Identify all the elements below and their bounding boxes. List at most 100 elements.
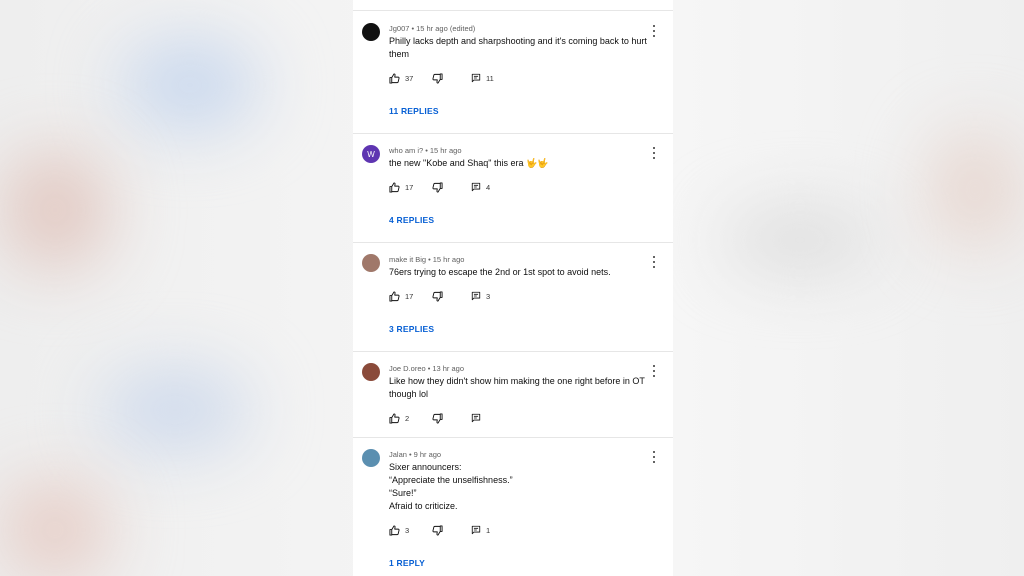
comment-text-line: Sixer announcers: [389,462,462,472]
avatar-letter [362,449,380,467]
avatar[interactable] [362,363,380,381]
background-blob [120,40,260,130]
comment-text-line: “Sure!” [389,488,417,498]
like-count: 37 [405,74,414,83]
reply-button[interactable]: 4 [471,182,490,192]
meta-separator: • [408,450,412,459]
comment-text: Philly lacks depth and sharpshooting and… [389,35,659,61]
background-blob [720,210,880,270]
divider [353,351,673,352]
view-replies-link[interactable]: 4 REPLIES [389,215,434,225]
thumbs-down-icon [432,413,443,424]
comment-text-line: 76ers trying to escape the 2nd or 1st sp… [389,267,611,277]
comment-text-line: them [389,49,410,59]
comment-time: 15 hr ago [432,255,465,264]
comment-meta: Joe D.oreo • 13 hr ago [389,364,464,373]
view-replies-link[interactable]: 11 REPLIES [389,106,439,116]
reply-count: 11 [486,73,494,83]
dislike-button[interactable] [432,413,443,424]
reply-count: 4 [486,182,491,192]
thumbs-up-icon [389,73,400,84]
comment-text: the new "Kobe and Shaq" this era 🤟🤟 [389,157,659,170]
comment-icon [471,182,481,192]
comments-panel[interactable]: Jg007 • 15 hr ago (edited) Philly lacks de… [353,0,673,576]
like-button[interactable]: 17 [389,291,413,302]
avatar[interactable] [362,23,380,41]
dislike-button[interactable] [432,182,443,193]
comment-icon [471,525,481,535]
comment-text-line: Philly lacks depth and sharpshooting and… [389,36,647,46]
avatar-letter: W [367,149,375,159]
background-blob [0,150,110,270]
comment-item: Jg007 • 15 hr ago (edited) Philly lacks de… [353,0,673,134]
divider [353,133,673,134]
thumbs-up-icon [389,291,400,302]
avatar[interactable] [362,449,380,467]
comment-icon [471,413,481,423]
reply-button[interactable]: 3 [471,291,490,301]
comment-text-line: “Appreciate the unselfishness.” [389,475,513,485]
reply-button[interactable]: 11 [471,73,494,83]
comment-meta: who am i? • 15 hr ago [389,146,462,155]
background-blob [100,370,250,450]
like-button[interactable]: 37 [389,73,413,84]
like-button[interactable]: 3 [389,525,409,536]
like-count: 3 [405,526,410,535]
dislike-button[interactable] [432,525,443,536]
reply-count: 3 [486,291,491,301]
comment-text-line: Afraid to criticize. [389,501,458,511]
reply-button[interactable]: 1 [471,525,490,535]
like-button[interactable]: 17 [389,182,413,193]
dislike-button[interactable] [432,291,443,302]
background-blob [930,130,1020,250]
comment-time: 15 hr ago (edited) [416,24,476,33]
comment-author[interactable]: make it Big [389,255,426,264]
comment-text-line: the new "Kobe and Shaq" this era 🤟🤟 [389,158,549,168]
divider [353,437,673,438]
avatar-letter [362,363,380,381]
reply-button[interactable] [471,413,486,423]
comment-author[interactable]: Joe D.oreo [389,364,426,373]
comment-author[interactable]: who am i? [389,146,423,155]
avatar[interactable]: W [362,145,380,163]
thumbs-down-icon [432,182,443,193]
view-replies-link[interactable]: 1 REPLY [389,558,425,568]
meta-separator: • [428,255,431,264]
thumbs-down-icon [432,73,443,84]
meta-separator: • [425,146,428,155]
comment-meta: make it Big • 15 hr ago [389,255,464,264]
reply-count: 1 [486,525,491,535]
dislike-button[interactable] [432,73,443,84]
comment-time: 13 hr ago [432,364,465,373]
avatar-letter [362,23,380,41]
thumbs-down-icon [432,291,443,302]
comment-meta: Jalan • 9 hr ago [389,450,441,459]
divider [353,242,673,243]
thumbs-up-icon [389,525,400,536]
like-count: 2 [405,414,410,423]
comment-time: 15 hr ago [429,146,462,155]
thumbs-up-icon [389,413,400,424]
comment-author[interactable]: Jg007 [389,24,409,33]
comment-text: 76ers trying to escape the 2nd or 1st sp… [389,266,659,279]
comment-icon [471,73,481,83]
comment-text-line: Like how they didn't show him making the… [389,376,645,386]
comment-time: 9 hr ago [413,450,442,459]
meta-separator: • [411,24,415,33]
thumbs-up-icon [389,182,400,193]
comment-text: Like how they didn't show him making the… [389,375,659,401]
comment-icon [471,291,481,301]
avatar[interactable] [362,254,380,272]
like-count: 17 [405,183,414,192]
comment-text-line: though lol [389,389,429,399]
comment-author[interactable]: Jalan [389,450,407,459]
comment-text: Sixer announcers: “Appreciate the unself… [389,461,659,513]
like-button[interactable]: 2 [389,413,409,424]
meta-separator: • [427,364,431,373]
thumbs-down-icon [432,525,443,536]
background-blob [0,480,110,576]
view-replies-link[interactable]: 3 REPLIES [389,324,434,334]
comment-meta: Jg007 • 15 hr ago (edited) [389,24,475,33]
like-count: 17 [405,292,414,301]
avatar-letter [362,254,380,272]
